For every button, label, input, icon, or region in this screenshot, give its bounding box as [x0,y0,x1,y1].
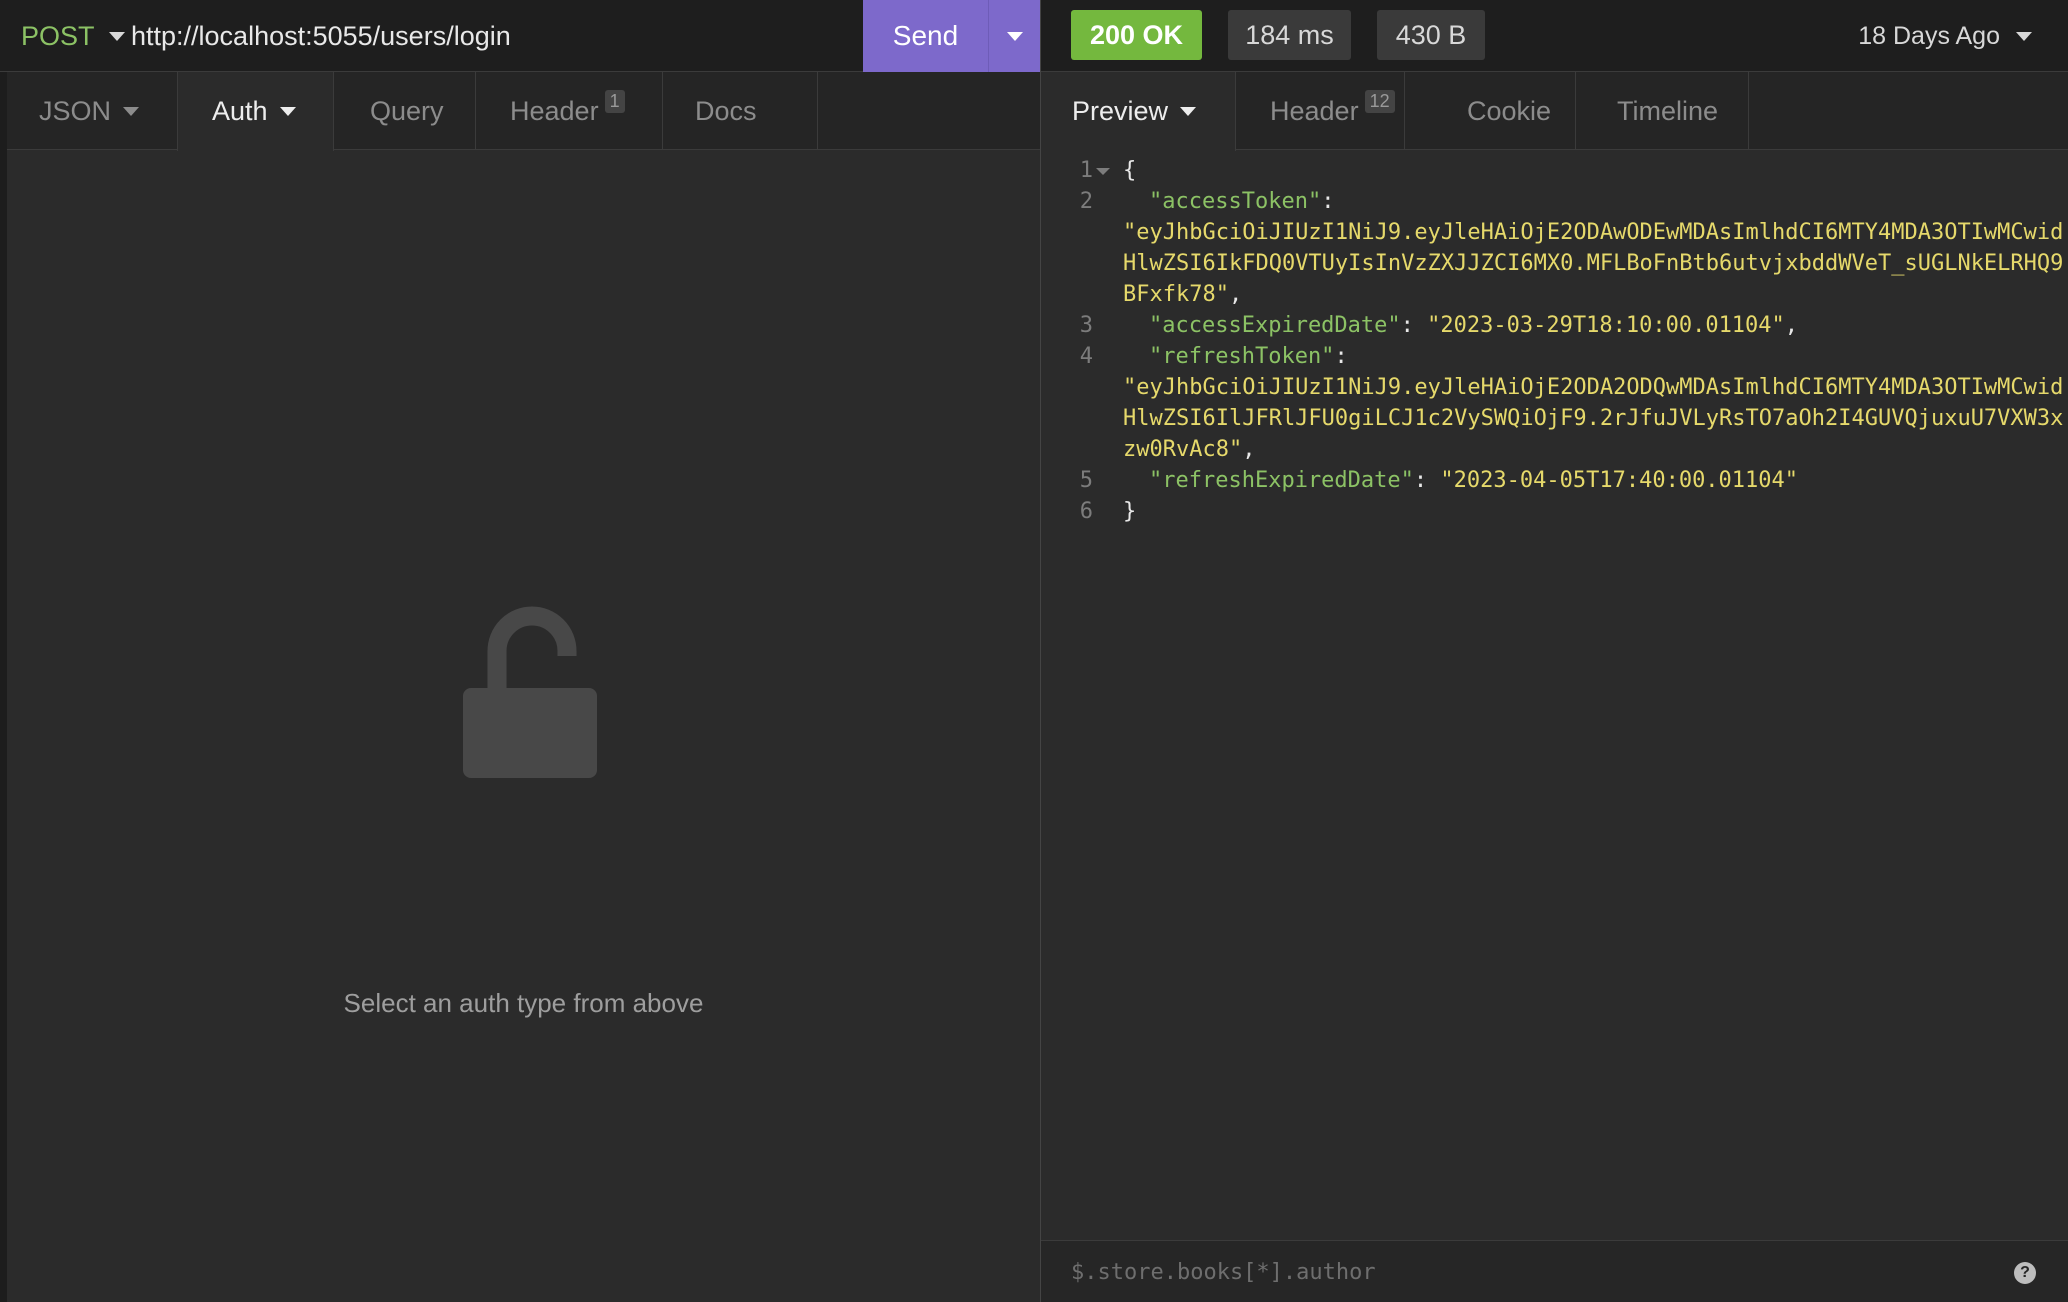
tab-label: Header [510,95,599,126]
json-key-line: "refreshToken": [1149,344,1348,369]
tab-separator [475,72,476,150]
send-button[interactable]: Send [863,0,988,72]
code-line-wrap: "eyJhbGciOiJIUzI1NiJ9.eyJleHAiOjE2ODA2OD… [1041,372,2068,403]
json-string: HlwZSI6IkFDQ0VTUyIsInVzZXJJZCI6MX0.MFLBo… [1123,251,2064,276]
line-number: 4 [1079,344,1093,369]
auth-empty-state: Select an auth type from above [7,150,1040,1302]
line-number: 3 [1079,313,1093,338]
tab-separator [1575,72,1576,150]
caret-down-icon [1006,31,1023,41]
method-selector[interactable]: POST [21,19,125,53]
response-history-dropdown[interactable]: 18 Days Ago [1858,19,2032,53]
json-string: HlwZSI6IlJFRlJFU0giLCJ1c2VySWQiOjF9.2rJf… [1123,406,2064,431]
header-count-badge: 1 [604,89,625,113]
method-label: POST [21,20,95,51]
json-string: "eyJhbGciOiJIUzI1NiJ9.eyJleHAiOjE2ODA2OD… [1123,375,2064,400]
code-line: 4 "refreshToken": [1041,341,2068,372]
tab-label: Docs [695,95,757,126]
tab-separator [662,72,663,150]
json-key: "accessToken" [1149,189,1322,214]
tab-label: Auth [212,96,268,126]
auth-empty-message: Select an auth type from above [343,988,704,1018]
jsonpath-filter-input[interactable] [1071,1255,1971,1289]
header-count-badge: 12 [1364,89,1395,113]
json-string: "2023-04-05T17:40:00.01104" [1440,468,1799,493]
response-tabs: Preview Header 12 Cookie Timeline [1041,72,2068,151]
code-line-wrap: HlwZSI6IlJFRlJFU0giLCJ1c2VySWQiOjF9.2rJf… [1041,403,2068,434]
tab-label: JSON [39,95,112,126]
json-string: "eyJhbGciOiJIUzI1NiJ9.eyJleHAiOjE2ODAwOD… [1123,220,2064,245]
json-string: "2023-03-29T18:10:00.01104" [1427,313,1785,338]
tab-label: Cookie [1467,95,1552,126]
tab-label: Header [1270,95,1359,126]
send-options-button[interactable] [988,0,1040,72]
code-line-wrap: BFxfk78", [1041,279,2068,310]
tab-separator [817,72,818,150]
code-line: 3 "accessExpiredDate": "2023-03-29T18:10… [1041,310,2068,341]
tab-query[interactable]: Query [370,72,444,150]
caret-down-icon [1180,107,1197,116]
code-line-wrap: HlwZSI6IkFDQ0VTUyIsInVzZXJJZCI6MX0.MFLBo… [1041,248,2068,279]
json-value-line: zw0RvAc8", [1123,437,1256,462]
response-pane: 200 OK 184 ms 430 B 18 Days Ago Preview … [1041,0,2068,1302]
json-pair: "refreshExpiredDate": "2023-04-05T17:40:… [1149,468,1799,493]
code-line: 5 "refreshExpiredDate": "2023-04-05T17:4… [1041,465,2068,496]
json-value-line: BFxfk78", [1123,282,1243,307]
insomnia-app: POST http://localhost:5055/users/login S… [0,0,2068,1302]
question-circle-icon[interactable]: ? [2014,1262,2036,1284]
line-number: 2 [1079,189,1093,214]
response-filter-bar: ? [1041,1240,2068,1302]
tab-separator [1748,72,1749,150]
tab-body-json[interactable]: JSON [39,72,140,150]
tab-timeline[interactable]: Timeline [1617,72,1718,150]
code-line: 1 { [1041,155,2068,186]
json-string: zw0RvAc8" [1123,437,1243,462]
json-key-line: "accessToken": [1149,189,1335,214]
request-pane: POST http://localhost:5055/users/login S… [0,0,1040,1302]
sidebar-edge [0,0,7,1302]
line-number: 1 [1079,158,1093,183]
request-tabs: JSON Auth Query Header 1 Docs [7,72,1040,151]
url-input[interactable]: http://localhost:5055/users/login [131,19,851,53]
caret-down-icon [2016,31,2032,41]
response-size-badge: 430 B [1377,10,1485,60]
fold-caret-icon[interactable] [1096,168,1110,175]
response-status-bar: 200 OK 184 ms 430 B 18 Days Ago [1041,0,2068,72]
unlocked-padlock-icon [463,606,597,778]
line-number: 5 [1079,468,1093,493]
url-bar: POST http://localhost:5055/users/login S… [0,0,1040,72]
tab-label: Preview [1072,96,1169,126]
caret-down-icon [279,107,296,116]
response-time-badge: 184 ms [1228,10,1351,60]
tab-label: Query [370,95,444,126]
tab-docs[interactable]: Docs [695,72,757,150]
tab-preview[interactable]: Preview [1041,72,1236,151]
code-line-wrap: "eyJhbGciOiJIUzI1NiJ9.eyJleHAiOjE2ODAwOD… [1041,217,2068,248]
status-badge: 200 OK [1071,10,1202,60]
json-string: BFxfk78" [1123,282,1229,307]
tab-label: Timeline [1617,95,1719,126]
send-button-group: Send [863,0,1040,72]
code-line-wrap: zw0RvAc8", [1041,434,2068,465]
code-line: 2 "accessToken": [1041,186,2068,217]
caret-down-icon [123,106,140,116]
tab-cookie[interactable]: Cookie [1467,72,1551,150]
json-key: "refreshToken" [1149,344,1335,369]
json-brace: { [1123,158,1137,183]
line-number: 6 [1079,499,1093,524]
caret-down-icon [108,31,125,41]
json-key: "accessExpiredDate" [1149,313,1401,338]
json-pair: "accessExpiredDate": "2023-03-29T18:10:0… [1149,313,1799,338]
response-age-label: 18 Days Ago [1858,21,2000,50]
json-brace: } [1123,499,1137,524]
tab-separator [1404,72,1405,150]
tab-response-header[interactable]: Header 12 [1270,72,1395,150]
code-line: 6 } [1041,496,2068,527]
tab-header[interactable]: Header 1 [510,72,625,150]
tab-auth[interactable]: Auth [177,72,334,151]
json-key: "refreshExpiredDate" [1149,468,1414,493]
